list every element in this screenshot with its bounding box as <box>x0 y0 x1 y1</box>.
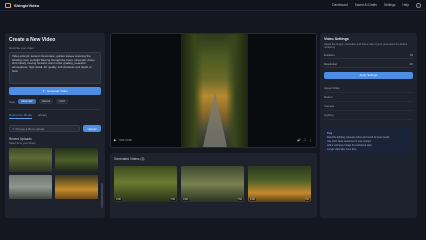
tips-title: Tips <box>327 131 333 135</box>
video-frame <box>181 34 248 147</box>
volume-icon[interactable]: 🔊 <box>297 138 301 142</box>
file-placeholder: Choose a file to upload <box>15 126 44 131</box>
library-thumb[interactable] <box>55 148 98 172</box>
gallery-item[interactable]: 0:08 HD <box>248 166 311 202</box>
library-grid <box>9 148 101 199</box>
resolution-label: Resolution <box>324 61 338 66</box>
create-title: Create a New Video <box>9 37 56 43</box>
gallery-title: Generated Videos (3) <box>114 157 145 161</box>
generate-video-button[interactable]: ✦ Generate Video <box>9 87 101 95</box>
video-player[interactable]: ▶ 0:00 / 0:08 🔊 ⛶ ⋮ <box>110 33 317 148</box>
player-time: 0:00 / 0:08 <box>119 138 132 142</box>
settings-list: Aspect Ratio Motion Camera Lighting <box>324 84 413 120</box>
generated-gallery: Generated Videos (3) 0:08 HD 0:08 HD 0:0… <box>110 153 317 218</box>
nav-settings[interactable]: Settings <box>384 3 396 7</box>
generate-label: Generate Video <box>46 89 68 93</box>
style-chip-natural[interactable]: Natural <box>38 99 54 104</box>
duration-value: 8s <box>410 52 413 57</box>
duration-label: Duration <box>324 52 335 57</box>
player-controls: ▶ 0:00 / 0:08 <box>114 138 132 142</box>
fullscreen-icon[interactable]: ⛶ <box>304 138 306 142</box>
style-chip-vivid[interactable]: Vivid <box>56 99 68 104</box>
player-controls-right: 🔊 ⛶ ⋮ <box>297 138 312 142</box>
gallery-row: 0:08 HD 0:08 HD 0:08 HD <box>114 166 313 202</box>
resolution-field[interactable]: Resolution 4K <box>324 62 413 68</box>
nav-saved-drafts[interactable]: Saved AI Drafts <box>355 3 377 7</box>
library-title: Recent Uploads <box>9 137 32 141</box>
upload-row: ⇪ Choose a file to upload Upload <box>9 125 101 132</box>
gallery-item[interactable]: 0:08 HD <box>181 166 244 202</box>
apply-settings-button[interactable]: Apply Settings <box>324 71 413 79</box>
media-tabs: Reference Media Library <box>9 113 101 119</box>
app-logo-icon <box>5 2 11 8</box>
resolution-value: 4K <box>409 61 413 66</box>
app-name: ShingleVideo <box>14 2 40 8</box>
tab-reference-media[interactable]: Reference Media <box>9 113 32 119</box>
style-chip-cinematic[interactable]: Cinematic <box>18 99 36 104</box>
settings-panel: Video Settings Adjust the length, resolu… <box>320 33 417 218</box>
file-input[interactable]: ⇪ Choose a file to upload <box>9 125 80 132</box>
setting-motion[interactable]: Motion <box>324 93 413 102</box>
library-thumb[interactable] <box>9 148 52 172</box>
library-subtitle: Select from your library <box>9 142 36 145</box>
library-thumb[interactable] <box>9 175 52 199</box>
road <box>203 92 227 147</box>
library-scrollbar[interactable] <box>101 183 103 208</box>
sparkle-icon: ✦ <box>42 89 45 93</box>
setting-camera[interactable]: Camera <box>324 102 413 111</box>
upload-button[interactable]: Upload <box>83 125 101 132</box>
play-icon[interactable]: ▶ <box>114 138 116 142</box>
gallery-quality: HD <box>237 198 243 201</box>
tip-item: Use short clear sentences in your prompt… <box>327 140 372 143</box>
prompt-label: Describe your video <box>9 46 34 50</box>
style-options: Style Cinematic Natural Vivid <box>9 99 101 104</box>
tips-list: Describe lighting, camera motion and moo… <box>327 136 410 151</box>
style-label: Style <box>9 99 16 104</box>
prompt-textarea[interactable]: Video prompt: autumn forest lane, golden… <box>9 52 101 84</box>
more-icon[interactable]: ⋮ <box>309 138 312 142</box>
settings-title: Video Settings <box>324 37 349 41</box>
divider <box>9 109 101 110</box>
nav-dashboard[interactable]: Dashboard <box>332 3 348 7</box>
library-thumb[interactable] <box>55 175 98 199</box>
gallery-item[interactable]: 0:08 HD <box>114 166 177 202</box>
user-avatar-icon[interactable] <box>416 2 421 8</box>
trees-left <box>181 34 203 147</box>
tip-item: Longer clips take more time. <box>327 148 358 151</box>
setting-aspect-ratio[interactable]: Aspect Ratio <box>324 84 413 93</box>
duration-field[interactable]: Duration 8s <box>324 53 413 59</box>
nav-help[interactable]: Help <box>402 3 409 7</box>
tab-library[interactable]: Library <box>38 113 47 119</box>
tip-item: Add a reference image for consistent sty… <box>327 144 373 147</box>
tips-box: Tips Describe lighting, camera motion an… <box>324 128 413 154</box>
top-nav: Dashboard Saved AI Drafts Settings Help <box>332 2 421 8</box>
gallery-duration: 0:08 <box>249 198 256 201</box>
gallery-duration: 0:08 <box>115 198 122 201</box>
setting-lighting[interactable]: Lighting <box>324 111 413 120</box>
top-bar: ShingleVideo Dashboard Saved AI Drafts S… <box>0 0 426 11</box>
create-panel: Create a New Video Describe your video V… <box>5 33 105 218</box>
gallery-duration: 0:08 <box>182 198 189 201</box>
tip-item: Describe lighting, camera motion and moo… <box>327 136 391 139</box>
gallery-quality: HD <box>170 198 176 201</box>
gallery-quality: HD <box>304 198 310 201</box>
settings-description: Adjust the length, resolution and frame … <box>324 43 408 50</box>
upload-icon: ⇪ <box>12 126 15 131</box>
trees-right <box>226 34 248 147</box>
